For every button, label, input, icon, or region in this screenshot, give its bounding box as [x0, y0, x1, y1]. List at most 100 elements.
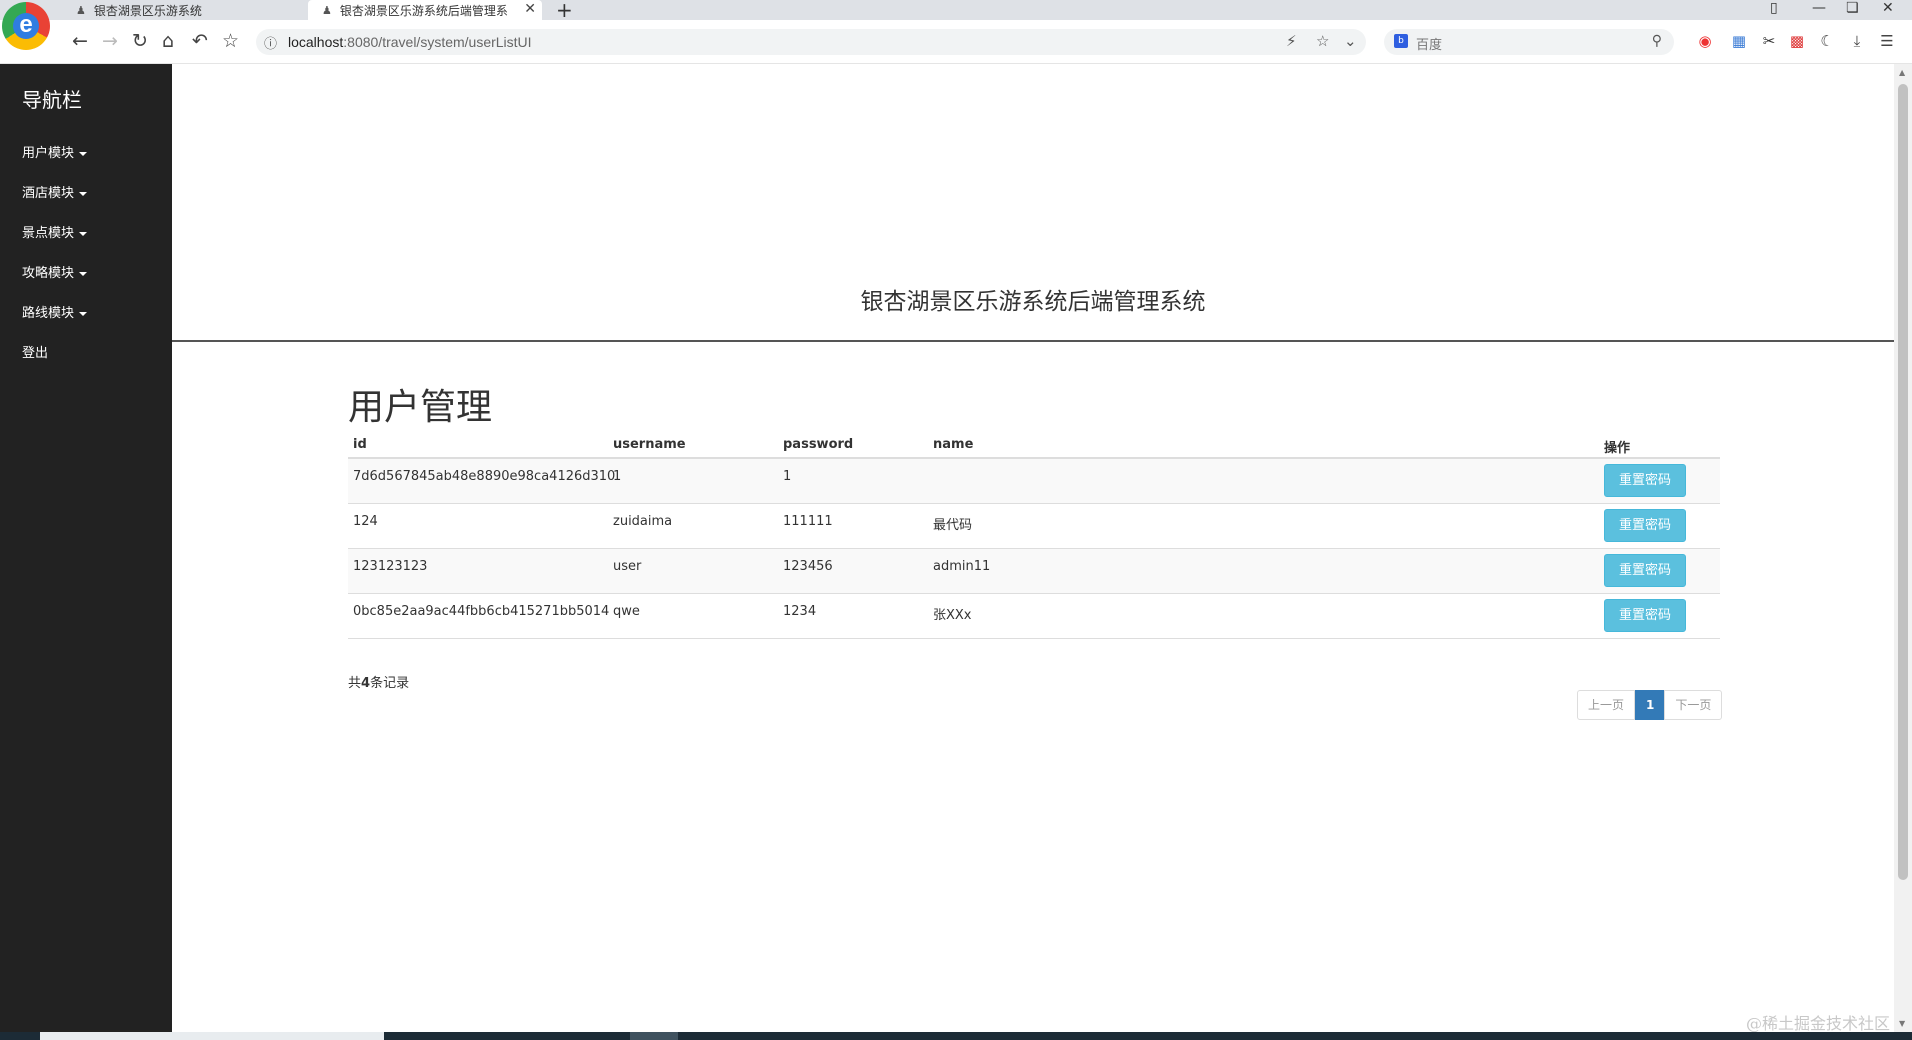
page-title: 用户管理	[348, 387, 493, 428]
table-header: id username password name 操作	[348, 429, 1720, 459]
sidebar-item-label: 路线模块	[22, 306, 75, 321]
url-host: localhost	[288, 34, 344, 50]
tab-favicon-icon: ♟	[322, 3, 332, 17]
address-bar[interactable]: ⓘ localhost:8080/travel/system/userListU…	[256, 29, 1366, 55]
forward-icon[interactable]: →	[102, 30, 118, 52]
cell-id: 123123123	[353, 559, 428, 574]
prev-page-button[interactable]: 上一页	[1577, 690, 1636, 720]
reset-password-button[interactable]: 重置密码	[1604, 509, 1686, 542]
cell-password: 123456	[783, 559, 833, 574]
back-icon[interactable]: ←	[72, 30, 88, 52]
caret-down-icon	[79, 151, 88, 156]
cell-id: 124	[353, 514, 378, 529]
caret-down-icon	[79, 271, 88, 276]
column-header-actions: 操作	[1604, 441, 1631, 456]
scroll-down-icon[interactable]: ▼	[1899, 1019, 1905, 1028]
page-scrollbar[interactable]: ▲ ▼	[1894, 64, 1912, 1032]
taskbar-item[interactable]	[630, 1032, 678, 1040]
reset-password-button[interactable]: 重置密码	[1604, 464, 1686, 497]
sidebar-brand[interactable]: 导航栏	[22, 84, 82, 113]
restore-icon[interactable]: ❏	[1846, 0, 1859, 20]
new-tab-icon[interactable]: +	[556, 0, 573, 22]
column-header-name: name	[933, 437, 974, 452]
os-taskbar	[0, 1032, 1912, 1040]
column-header-id: id	[353, 437, 367, 452]
cell-name: 最代码	[933, 518, 973, 533]
download-icon[interactable]: ⤓	[1848, 32, 1866, 50]
tab-list-icon[interactable]: ▯	[1770, 0, 1778, 20]
menu-icon[interactable]: ☰	[1878, 32, 1896, 50]
scissors-icon[interactable]: ✂	[1760, 32, 1778, 50]
record-count-prefix: 共	[348, 676, 362, 691]
table-row: 123123123 user 123456 admin11 重置密码	[348, 549, 1720, 594]
tab-favicon-icon: ♟	[76, 3, 86, 17]
sidebar-item-guide-module[interactable]: 攻略模块	[22, 262, 88, 281]
caret-down-icon	[79, 191, 88, 196]
browser-tab-inactive[interactable]: ♟ 银杏湖景区乐游系统	[62, 0, 302, 20]
cell-name: admin11	[933, 559, 991, 574]
browser-tab-active[interactable]: ♟ 银杏湖景区乐游系统后端管理系 ✕	[308, 0, 542, 20]
reset-password-button[interactable]: 重置密码	[1604, 599, 1686, 632]
cell-id: 7d6d567845ab48e8890e98ca4126d310	[353, 469, 616, 484]
taskbar-item[interactable]	[40, 1032, 384, 1040]
current-page-button[interactable]: 1	[1635, 690, 1666, 720]
search-input[interactable]: 百度	[1416, 34, 1442, 53]
sidebar-item-route-module[interactable]: 路线模块	[22, 302, 88, 321]
dark-mode-icon[interactable]: ☾	[1818, 32, 1836, 50]
reset-password-button[interactable]: 重置密码	[1604, 554, 1686, 587]
sidebar-item-hotel-module[interactable]: 酒店模块	[22, 182, 88, 201]
record-count: 共4条记录	[348, 672, 409, 691]
sidebar-item-label: 景点模块	[22, 226, 75, 241]
browser-logo-icon: e	[2, 2, 50, 50]
cell-username: user	[613, 559, 642, 574]
sidebar-item-label: 酒店模块	[22, 186, 75, 201]
sidebar-item-label: 攻略模块	[22, 266, 75, 281]
next-page-button[interactable]: 下一页	[1664, 690, 1723, 720]
tab-title: 银杏湖景区乐游系统后端管理系	[339, 3, 508, 18]
scroll-up-icon[interactable]: ▲	[1899, 68, 1905, 77]
close-tab-icon[interactable]: ✕	[524, 1, 536, 17]
browser-toolbar: ← → ↻ ⌂ ↶ ☆ ⓘ localhost:8080/travel/syst…	[0, 20, 1912, 64]
minimize-icon[interactable]: —	[1812, 0, 1826, 20]
main-content: 银杏湖景区乐游系统后端管理系统 用户管理 id username passwor…	[172, 64, 1894, 1032]
table-row: 0bc85e2aa9ac44fbb6cb415271bb5014 qwe 123…	[348, 594, 1720, 639]
user-table: id username password name 操作 7d6d567845a…	[348, 429, 1720, 639]
weibo-extension-icon[interactable]: ◉	[1696, 32, 1714, 50]
lightning-icon[interactable]: ⚡	[1286, 32, 1297, 50]
header-divider	[172, 340, 1894, 342]
caret-down-icon	[79, 231, 88, 236]
sidebar-nav: 导航栏 用户模块 酒店模块 景点模块 攻略模块 路线模块 登出	[0, 64, 172, 1032]
cell-id: 0bc85e2aa9ac44fbb6cb415271bb5014	[353, 604, 610, 619]
system-title: 银杏湖景区乐游系统后端管理系统	[860, 289, 1206, 315]
cell-username: zuidaima	[613, 514, 673, 529]
record-count-suffix: 条记录	[370, 676, 410, 691]
url-path: :8080/travel/system/userListUI	[343, 34, 532, 50]
pagination: 上一页 1 下一页	[1577, 690, 1723, 720]
table-row: 7d6d567845ab48e8890e98ca4126d310 1 1 重置密…	[348, 459, 1720, 504]
sidebar-item-logout[interactable]: 登出	[22, 342, 48, 361]
home-icon[interactable]: ⌂	[162, 30, 174, 52]
table-row: 124 zuidaima 111111 最代码 重置密码	[348, 504, 1720, 549]
undo-close-icon[interactable]: ↶	[192, 30, 208, 52]
column-header-username: username	[613, 437, 686, 452]
bookmark-star-icon[interactable]: ☆	[222, 30, 239, 52]
address-url[interactable]: localhost:8080/travel/system/userListUI	[288, 34, 532, 50]
sidebar-item-user-module[interactable]: 用户模块	[22, 142, 88, 161]
favorite-star-icon[interactable]: ☆	[1316, 32, 1329, 50]
cell-name: 张XXx	[933, 608, 972, 623]
search-icon[interactable]: ⚲	[1652, 33, 1662, 49]
pdf-extension-icon[interactable]: ▩	[1788, 32, 1806, 50]
reload-icon[interactable]: ↻	[132, 30, 148, 52]
record-count-number: 4	[361, 676, 371, 691]
sidebar-item-scenic-module[interactable]: 景点模块	[22, 222, 88, 241]
site-info-icon[interactable]: ⓘ	[264, 33, 277, 52]
sidebar-item-label: 用户模块	[22, 146, 75, 161]
cell-username: qwe	[613, 604, 640, 619]
sidebar-item-label: 登出	[22, 346, 49, 361]
apps-grid-icon[interactable]: ▦	[1730, 32, 1748, 50]
cell-password: 111111	[783, 514, 833, 529]
scroll-thumb[interactable]	[1898, 84, 1908, 880]
search-box[interactable]: b 百度 ⚲	[1384, 29, 1674, 55]
close-window-icon[interactable]: ✕	[1882, 0, 1894, 20]
chevron-down-icon[interactable]: ⌄	[1344, 32, 1357, 50]
